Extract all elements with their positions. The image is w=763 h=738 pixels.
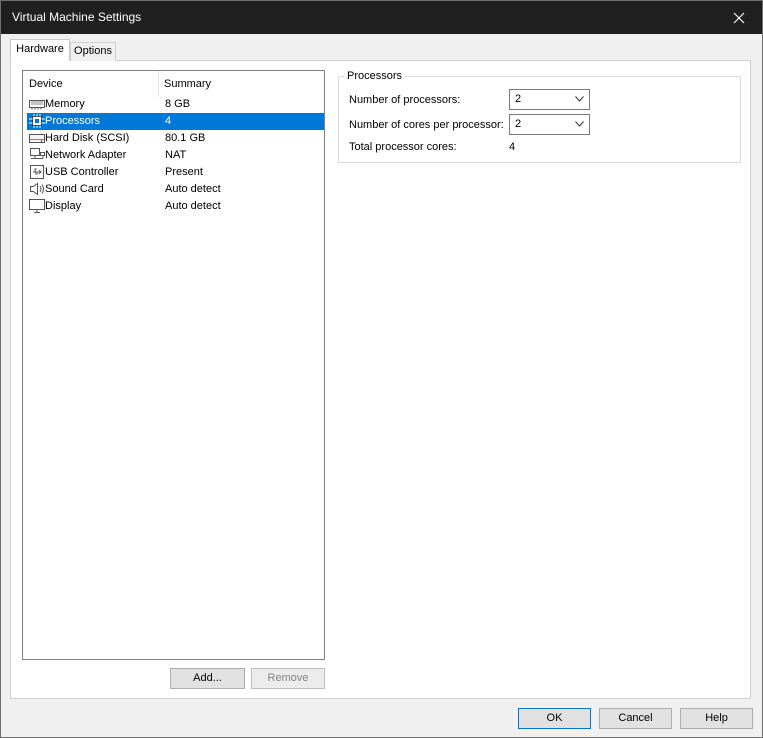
processors-group-title: Processors [344, 70, 406, 82]
device-summary: 8 GB [165, 98, 191, 110]
cores-per-processor-label: Number of cores per processor: [349, 119, 504, 131]
device-summary: Present [165, 166, 203, 178]
tab-options[interactable]: Options [70, 42, 116, 61]
device-list[interactable]: Device Summary Memory 8 GB Processors 4 … [22, 70, 325, 660]
device-row-processors[interactable]: Processors 4 [27, 113, 324, 130]
device-row-memory[interactable]: Memory 8 GB [27, 96, 324, 113]
device-summary: Auto detect [165, 183, 221, 195]
device-name: Display [45, 200, 82, 212]
device-name: Hard Disk (SCSI) [45, 132, 130, 144]
ok-button[interactable]: OK [518, 708, 591, 729]
device-summary: NAT [165, 149, 187, 161]
memory-icon [29, 100, 45, 110]
remove-device-button[interactable]: Remove [251, 668, 325, 689]
device-summary: 80.1 GB [165, 132, 206, 144]
column-header-device[interactable]: Device [29, 78, 63, 90]
window-title: Virtual Machine Settings [12, 10, 142, 24]
device-row-network-adapter[interactable]: Network Adapter NAT [27, 147, 324, 164]
network-adapter-icon [30, 148, 45, 159]
device-summary: Auto detect [165, 200, 221, 212]
num-processors-dropdown[interactable]: 2 [509, 89, 590, 110]
total-cores-value: 4 [509, 141, 516, 153]
device-name: Sound Card [45, 183, 104, 195]
chevron-down-icon [575, 96, 584, 102]
num-processors-value: 2 [515, 93, 522, 105]
device-name: Memory [45, 98, 85, 110]
add-device-button[interactable]: Add... [170, 668, 245, 689]
device-name: Processors [45, 115, 101, 127]
monitor-icon [29, 199, 45, 213]
column-header-summary[interactable]: Summary [164, 78, 211, 90]
device-name: Network Adapter [45, 149, 127, 161]
close-icon [733, 12, 745, 23]
device-row-display[interactable]: Display Auto detect [27, 198, 324, 215]
tab-hardware[interactable]: Hardware [10, 39, 70, 61]
chevron-down-icon [575, 121, 584, 127]
device-row-sound-card[interactable]: Sound Card Auto detect [27, 181, 324, 198]
device-row-usb-controller[interactable]: USB Controller Present [27, 164, 324, 181]
column-divider[interactable] [158, 71, 159, 97]
title-bar: Virtual Machine Settings [1, 1, 762, 34]
num-processors-label: Number of processors: [349, 94, 461, 106]
close-button[interactable] [716, 1, 762, 34]
cores-per-processor-value: 2 [515, 118, 522, 130]
device-row-hard-disk[interactable]: Hard Disk (SCSI) 80.1 GB [27, 130, 324, 147]
device-summary: 4 [165, 115, 172, 127]
hard-disk-icon [29, 134, 45, 143]
device-name: USB Controller [45, 166, 119, 178]
cores-per-processor-dropdown[interactable]: 2 [509, 114, 590, 135]
speaker-icon [30, 182, 44, 196]
processor-icon [29, 114, 45, 128]
usb-icon [30, 165, 44, 179]
help-button[interactable]: Help [680, 708, 753, 729]
cancel-button[interactable]: Cancel [599, 708, 672, 729]
total-cores-label: Total processor cores: [349, 141, 457, 153]
